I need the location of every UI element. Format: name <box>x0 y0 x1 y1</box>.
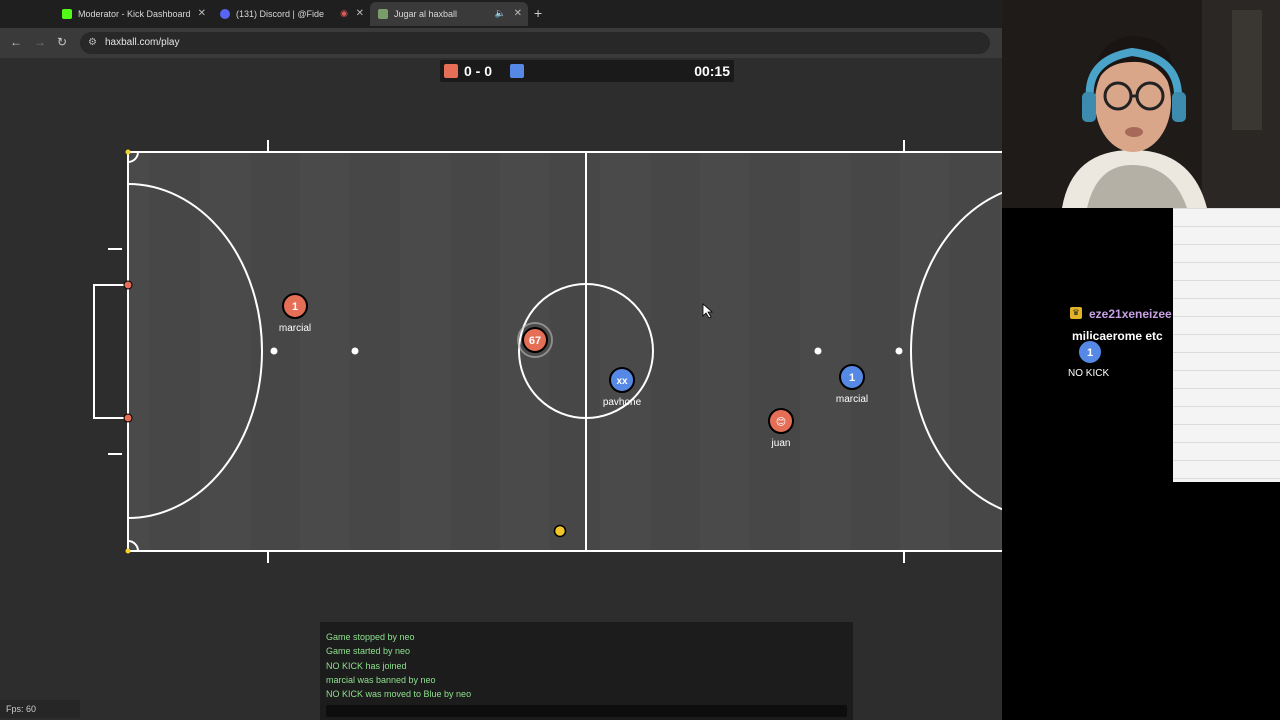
chat-box: Game stopped by neo Game started by neo … <box>320 622 853 720</box>
close-icon[interactable]: ✕ <box>514 8 522 19</box>
tab-discord[interactable]: (131) Discord | @Fide ◉ ✕ <box>212 2 370 26</box>
left-goal-post <box>123 280 133 290</box>
haxball-game-area[interactable]: 1 marcial 67 xx pavhone 😊 juan 1 marcial… <box>0 58 1002 720</box>
svg-text:1: 1 <box>1087 347 1093 359</box>
player-juan-red[interactable]: 😊 juan <box>768 408 794 449</box>
scoreboard: 0 - 0 00:15 <box>440 60 734 82</box>
chat-log: Game stopped by neo Game started by neo … <box>326 630 471 701</box>
tab-kick-dashboard[interactable]: Moderator - Kick Dashboard ✕ <box>54 2 212 26</box>
kick-icon <box>62 9 72 19</box>
chat-message: NO KICK has joined <box>326 660 407 671</box>
tab-label: (131) Discord | @Fide <box>236 9 325 19</box>
svg-text:1: 1 <box>292 301 298 313</box>
red-team-icon <box>444 64 458 78</box>
back-arrow-icon[interactable]: ← <box>10 35 22 49</box>
close-icon[interactable]: ✕ <box>198 8 206 19</box>
ball <box>553 524 567 538</box>
chat-message: Game started by neo <box>326 646 411 657</box>
svg-text:juan: juan <box>771 438 791 449</box>
game-timer: 00:15 <box>694 63 730 79</box>
svg-text:😊: 😊 <box>776 417 786 428</box>
player-nokick-blue[interactable]: 1 <box>1074 338 1106 368</box>
svg-text:67: 67 <box>529 335 541 347</box>
haxball-icon <box>378 9 388 19</box>
tab-label: Moderator - Kick Dashboard <box>78 9 191 19</box>
close-icon[interactable]: ✕ <box>356 8 364 19</box>
chat-message: marcial was banned by neo <box>326 674 436 685</box>
player-67-red[interactable]: 67 <box>517 322 553 358</box>
svg-text:marcial: marcial <box>836 394 868 405</box>
chat-message: Game stopped by neo <box>326 632 415 642</box>
tab-label: Jugar al haxball <box>394 9 458 19</box>
svg-text:pavhone: pavhone <box>603 397 642 408</box>
fps-counter: Fps: 60 <box>0 700 80 718</box>
crown-icon: ♛ <box>1070 307 1082 319</box>
blue-team-icon <box>510 64 524 78</box>
left-goal <box>93 284 129 419</box>
browser-toolbar: ← → ↻ ⚙ haxball.com/play <box>0 28 1002 58</box>
left-goal-post <box>123 413 133 423</box>
site-settings-icon[interactable]: ⚙ <box>88 37 97 48</box>
new-tab-plus-icon[interactable]: + <box>534 5 542 21</box>
svg-text:1: 1 <box>849 372 855 384</box>
tab-haxball[interactable]: Jugar al haxball 🔈 ✕ <box>370 2 528 26</box>
url-text: haxball.com/play <box>105 37 180 48</box>
tab-bar: Moderator - Kick Dashboard ✕ (131) Disco… <box>0 0 1002 28</box>
recording-icon: ◉ <box>340 8 348 18</box>
chat-username: eze21xeneizee <box>1089 307 1172 321</box>
chat-input[interactable] <box>326 705 847 717</box>
svg-text:xx: xx <box>616 376 628 387</box>
streamer-image <box>1002 0 1280 208</box>
soccer-field: 1 marcial 67 xx pavhone 😊 juan 1 marcial <box>93 140 1002 563</box>
browser-window: Moderator - Kick Dashboard ✕ (131) Disco… <box>0 0 1002 720</box>
chat-message: NO KICK was moved to Blue by neo <box>326 689 472 700</box>
speaker-icon[interactable]: 🔈 <box>495 8 506 19</box>
webcam-feed <box>1002 0 1280 208</box>
stream-overlay-panel <box>1173 208 1280 482</box>
score-text: 0 - 0 <box>464 63 493 79</box>
address-bar[interactable]: ⚙ haxball.com/play <box>80 32 990 54</box>
svg-text:marcial: marcial <box>279 323 311 334</box>
discord-icon <box>220 9 230 19</box>
pitch-surface <box>128 152 1002 551</box>
forward-arrow-icon[interactable]: → <box>34 35 46 49</box>
player-name-nokick: NO KICK <box>1068 368 1110 379</box>
reload-icon[interactable]: ↻ <box>57 35 67 49</box>
